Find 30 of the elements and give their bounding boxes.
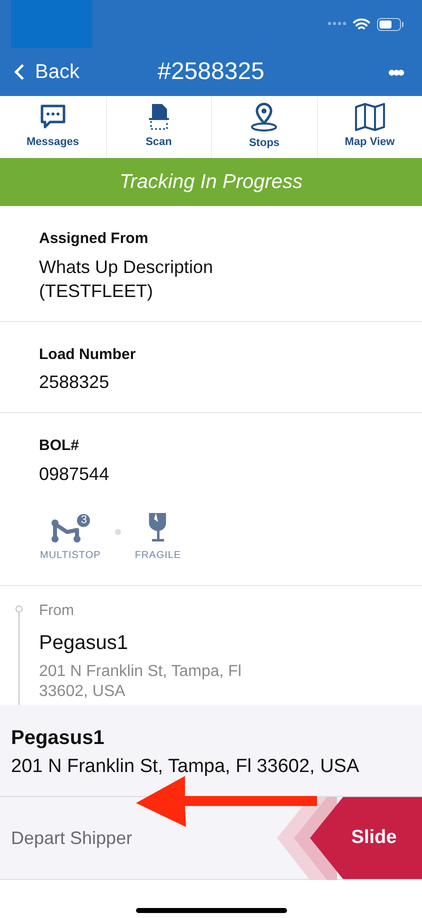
- folded-map-icon: [354, 103, 386, 132]
- field-value: 2588325: [39, 371, 110, 394]
- chevron-left-icon: [14, 63, 25, 81]
- document-scan-icon: [146, 103, 171, 132]
- slide-track[interactable]: Depart Shipper Slide: [0, 797, 422, 880]
- wifi-icon: [353, 18, 370, 30]
- tag-label: MULTISTOP: [40, 548, 101, 562]
- field-value: Whats Up Description (TESTFLEET): [39, 256, 214, 302]
- wine-glass-icon: [146, 512, 169, 544]
- field-label: Load Number: [39, 344, 137, 364]
- stop-name: Pegasus1: [39, 631, 129, 656]
- chat-icon: [38, 103, 67, 132]
- route-label: From: [39, 600, 75, 620]
- field-label: BOL#: [39, 436, 80, 456]
- back-button[interactable]: Back: [14, 57, 80, 87]
- field-value: 0987544: [39, 462, 110, 486]
- signal-icon: [328, 22, 346, 26]
- stop-address: 201 N Franklin St, Tampa, Fl 33602, USA: [39, 662, 242, 702]
- toolbar-button[interactable]: Messages: [0, 96, 106, 158]
- field-label: Assigned From: [39, 229, 150, 249]
- tag-label: FRAGILE: [134, 548, 182, 562]
- slide-hint: Depart Shipper: [11, 826, 132, 850]
- more-button[interactable]: •••: [388, 56, 402, 88]
- battery-icon: [377, 18, 404, 30]
- sheet-stop-name: Pegasus1: [11, 726, 106, 751]
- sheet-stop-address: 201 N Franklin St, Tampa, Fl 33602, USA: [11, 755, 360, 779]
- location-pin-icon: [250, 102, 278, 132]
- status-banner: Tracking In Progress: [0, 158, 422, 206]
- load-title: #2588325: [158, 57, 264, 87]
- stop-count-badge: 3: [75, 512, 92, 528]
